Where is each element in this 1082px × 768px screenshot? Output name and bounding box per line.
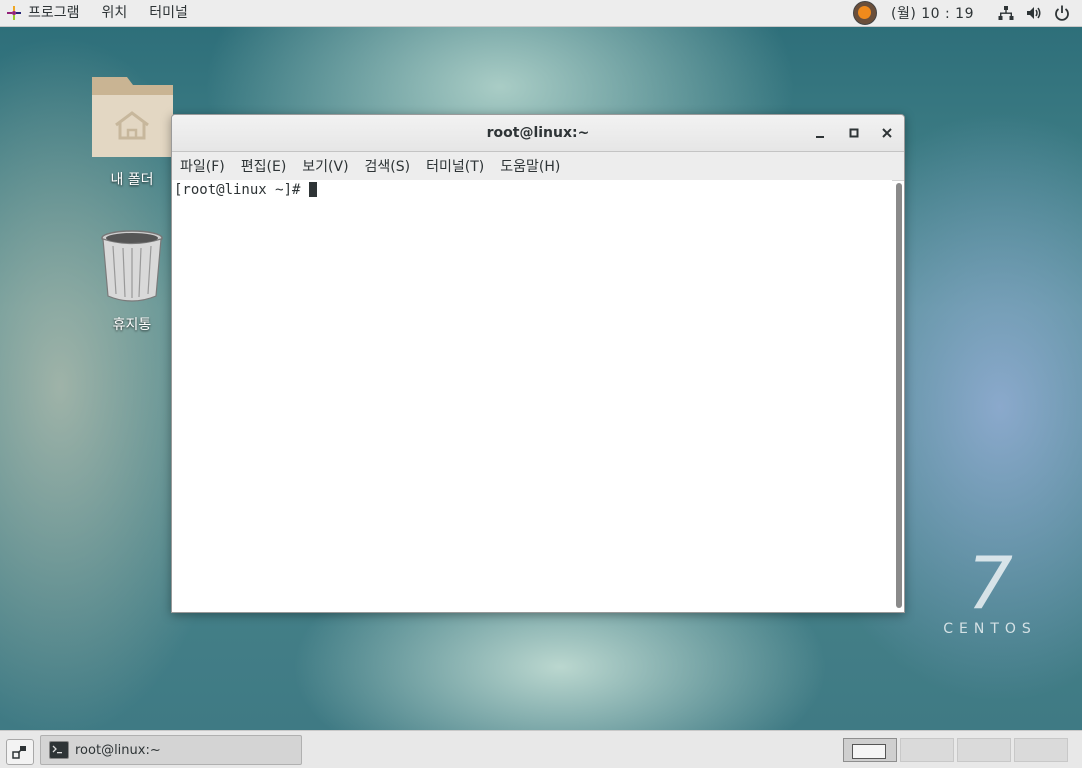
window-title: root@linux:~: [486, 125, 590, 141]
notification-avatar-icon[interactable]: [852, 1, 877, 25]
top-right-area: (월) 10 : 19: [852, 0, 1082, 27]
trash-label: 휴지통: [112, 317, 152, 333]
close-button[interactable]: [879, 125, 895, 141]
shell-prompt: [root@linux ~]#: [174, 182, 309, 198]
power-icon[interactable]: [1054, 5, 1070, 21]
home-folder-label: 내 폴더: [110, 172, 154, 188]
menu-terminal[interactable]: 터미널(T): [418, 156, 492, 176]
workspace-1[interactable]: [843, 738, 897, 762]
menu-edit[interactable]: 편집(E): [233, 156, 295, 176]
centos-branding: 7 CENTOS: [935, 547, 1045, 637]
terminal-app-menu[interactable]: 터미널: [138, 0, 199, 27]
trash-icon: [101, 230, 163, 302]
show-desktop-button[interactable]: [6, 739, 34, 765]
top-menu: 프로그램 위치 터미널: [0, 0, 199, 27]
maximize-icon: [849, 128, 859, 138]
close-icon: [882, 128, 892, 138]
top-panel: 프로그램 위치 터미널 (월) 10 : 19: [0, 0, 1082, 27]
terminal-menubar: 파일(F) 편집(E) 보기(V) 검색(S) 터미널(T) 도움말(H): [172, 152, 904, 181]
shell-prompt-line: [root@linux ~]#: [172, 180, 892, 198]
menu-search[interactable]: 검색(S): [357, 156, 419, 176]
menu-file[interactable]: 파일(F): [172, 156, 233, 176]
workspace-2[interactable]: [900, 738, 954, 762]
home-folder-shortcut[interactable]: 내 폴더: [87, 75, 177, 189]
window-titlebar[interactable]: root@linux:~: [172, 115, 904, 152]
text-cursor: [308, 182, 317, 197]
workspace-window-thumbnail: [852, 744, 886, 759]
maximize-button[interactable]: [846, 125, 862, 141]
terminal-app-icon: [49, 741, 69, 759]
home-folder-icon: [92, 77, 173, 157]
places-menu[interactable]: 위치: [91, 0, 139, 27]
workspace-4[interactable]: [1014, 738, 1068, 762]
network-icon[interactable]: [998, 5, 1014, 21]
centos-wordmark: CENTOS: [943, 621, 1037, 637]
taskbar-window-label: root@linux:~: [75, 742, 161, 758]
show-desktop-icon: [12, 746, 26, 759]
terminal-output[interactable]: [root@linux ~]#: [172, 180, 892, 612]
terminal-scrollbar[interactable]: [896, 183, 902, 608]
volume-icon[interactable]: [1026, 5, 1042, 21]
terminal-window: root@linux:~ 파일(F) 편집(E) 보기(V) 검색(S) 터미널…: [171, 114, 905, 613]
workspace-3[interactable]: [957, 738, 1011, 762]
applications-menu[interactable]: 프로그램: [17, 0, 91, 27]
bottom-panel: root@linux:~: [0, 730, 1082, 768]
clock[interactable]: (월) 10 : 19: [891, 3, 974, 23]
menu-help[interactable]: 도움말(H): [492, 156, 568, 176]
menu-view[interactable]: 보기(V): [294, 156, 356, 176]
centos-version-number: 7: [967, 541, 1013, 625]
trash-shortcut[interactable]: 휴지통: [87, 230, 177, 334]
minimize-icon: [816, 136, 824, 138]
minimize-button[interactable]: [812, 125, 828, 141]
taskbar-window-button[interactable]: root@linux:~: [40, 735, 302, 765]
